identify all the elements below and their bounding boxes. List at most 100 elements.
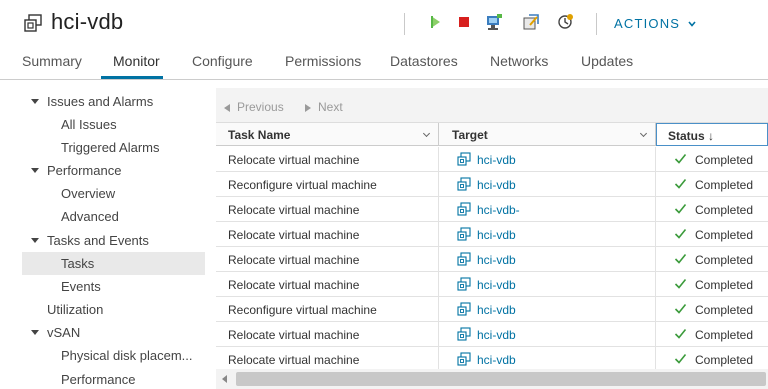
tab-summary[interactable]: Summary [22, 53, 82, 69]
check-icon [674, 302, 687, 315]
tree-item-label: Utilization [47, 302, 104, 317]
caret-down-icon[interactable] [31, 238, 39, 243]
table-header: Task Name Target Status ↓ [216, 123, 768, 146]
tree-item-label: All Issues [61, 117, 117, 132]
status-cell: Completed [695, 153, 754, 167]
status-cell: Completed [695, 328, 754, 342]
column-resize-handle[interactable] [438, 123, 439, 146]
tree-item-all-issues[interactable]: All Issues [0, 113, 207, 136]
previous-label: Previous [237, 100, 284, 114]
table-row[interactable]: Relocate virtual machine hci-vdb Completed [216, 322, 768, 347]
scrollbar-thumb[interactable] [236, 372, 766, 386]
tree-item-performance[interactable]: Performance [0, 159, 207, 182]
check-icon [674, 177, 687, 190]
task-name-cell: Relocate virtual machine [228, 228, 360, 242]
open-console-icon[interactable] [484, 12, 504, 32]
header-divider [404, 13, 405, 35]
migrate-icon[interactable] [521, 12, 541, 32]
caret-down-icon[interactable] [31, 168, 39, 173]
column-divider [438, 322, 439, 347]
next-page-button[interactable]: Next [305, 100, 343, 114]
task-name-cell: Reconfigure virtual machine [228, 303, 377, 317]
check-icon [674, 202, 687, 215]
object-tabs: Summary Monitor Configure Permissions Da… [0, 46, 768, 80]
tree-item-vsan-performance[interactable]: Performance [0, 368, 207, 389]
tree-item-advanced[interactable]: Advanced [0, 205, 207, 228]
tasks-panel: Previous Next Task Name Target Status ↓ … [216, 88, 768, 389]
target-link[interactable]: hci-vdb [477, 228, 516, 242]
target-link[interactable]: hci-vdb [477, 153, 516, 167]
target-link[interactable]: hci-vdb [477, 278, 516, 292]
target-link[interactable]: hci-vdb- [477, 203, 520, 217]
tree-item-label: Performance [61, 372, 136, 387]
tree-item-label: Events [61, 279, 101, 294]
chevron-down-icon [688, 21, 696, 27]
column-divider [438, 222, 439, 247]
tree-item-overview[interactable]: Overview [0, 182, 207, 205]
tree-item-utilization[interactable]: Utilization [0, 298, 207, 321]
target-link[interactable]: hci-vdb [477, 353, 516, 367]
check-icon [674, 227, 687, 240]
tab-networks[interactable]: Networks [490, 53, 548, 69]
table-row[interactable]: Relocate virtual machine hci-vdb Completed [216, 247, 768, 272]
target-link[interactable]: hci-vdb [477, 253, 516, 267]
column-header-task-name[interactable]: Task Name [228, 123, 438, 146]
power-on-icon[interactable] [425, 12, 445, 32]
column-header-target[interactable]: Target [452, 123, 652, 146]
virtual-machine-icon [457, 352, 471, 366]
column-divider [655, 272, 656, 297]
target-link[interactable]: hci-vdb [477, 178, 516, 192]
table-row[interactable]: Relocate virtual machine hci-vdb Completed [216, 272, 768, 297]
table-row[interactable]: Reconfigure virtual machine hci-vdb Comple… [216, 297, 768, 322]
caret-down-icon[interactable] [31, 330, 39, 335]
tree-item-label: Tasks [61, 256, 95, 271]
tree-item-vsan[interactable]: vSAN [0, 321, 207, 344]
caret-down-icon[interactable] [31, 99, 39, 104]
tab-configure[interactable]: Configure [192, 53, 253, 69]
arrow-right-icon [305, 104, 311, 112]
tree-item-physical-disk-placement[interactable]: Physical disk placem... [0, 344, 207, 367]
task-name-cell: Relocate virtual machine [228, 203, 360, 217]
virtual-machine-icon [457, 152, 471, 166]
column-label: Task Name [228, 128, 291, 142]
check-icon [674, 352, 687, 365]
tree-item-tasks-and-events[interactable]: Tasks and Events [0, 229, 207, 252]
status-cell: Completed [695, 303, 754, 317]
scroll-left-icon[interactable] [222, 375, 227, 383]
column-header-status[interactable]: Status ↓ [656, 123, 768, 146]
task-name-cell: Relocate virtual machine [228, 353, 360, 367]
tree-item-events[interactable]: Events [0, 275, 207, 298]
tree-item-label: Performance [47, 163, 122, 178]
power-off-icon[interactable] [454, 12, 474, 32]
target-link[interactable]: hci-vdb [477, 303, 516, 317]
actions-menu-button[interactable]: ACTIONS [614, 16, 696, 31]
table-row[interactable]: Relocate virtual machine hci-vdb Completed [216, 147, 768, 172]
tab-updates[interactable]: Updates [581, 53, 633, 69]
virtual-machine-icon [457, 227, 471, 241]
table-row[interactable]: Relocate virtual machine hci-vdb- Complete… [216, 197, 768, 222]
tab-monitor[interactable]: Monitor [113, 53, 160, 69]
active-tab-indicator [101, 76, 163, 79]
tree-item-tasks[interactable]: Tasks [22, 252, 205, 275]
column-divider [438, 172, 439, 197]
virtual-machine-icon [457, 327, 471, 341]
snapshot-icon[interactable] [555, 12, 575, 32]
task-name-cell: Relocate virtual machine [228, 328, 360, 342]
tree-item-issues-and-alarms[interactable]: Issues and Alarms [0, 90, 207, 113]
table-row[interactable]: Relocate virtual machine hci-vdb Completed [216, 222, 768, 247]
table-row[interactable]: Reconfigure virtual machine hci-vdb Comple… [216, 172, 768, 197]
task-name-cell: Relocate virtual machine [228, 253, 360, 267]
tree-item-label: vSAN [47, 325, 81, 340]
target-link[interactable]: hci-vdb [477, 328, 516, 342]
check-icon [674, 252, 687, 265]
horizontal-scrollbar[interactable] [216, 369, 768, 389]
column-divider [655, 172, 656, 197]
status-cell: Completed [695, 253, 754, 267]
tree-item-triggered-alarms[interactable]: Triggered Alarms [0, 136, 207, 159]
tree-item-label: Physical disk placem... [61, 348, 193, 363]
tab-datastores[interactable]: Datastores [390, 53, 458, 69]
tab-permissions[interactable]: Permissions [285, 53, 361, 69]
column-divider [655, 297, 656, 322]
column-divider [655, 197, 656, 222]
previous-page-button[interactable]: Previous [224, 100, 284, 114]
